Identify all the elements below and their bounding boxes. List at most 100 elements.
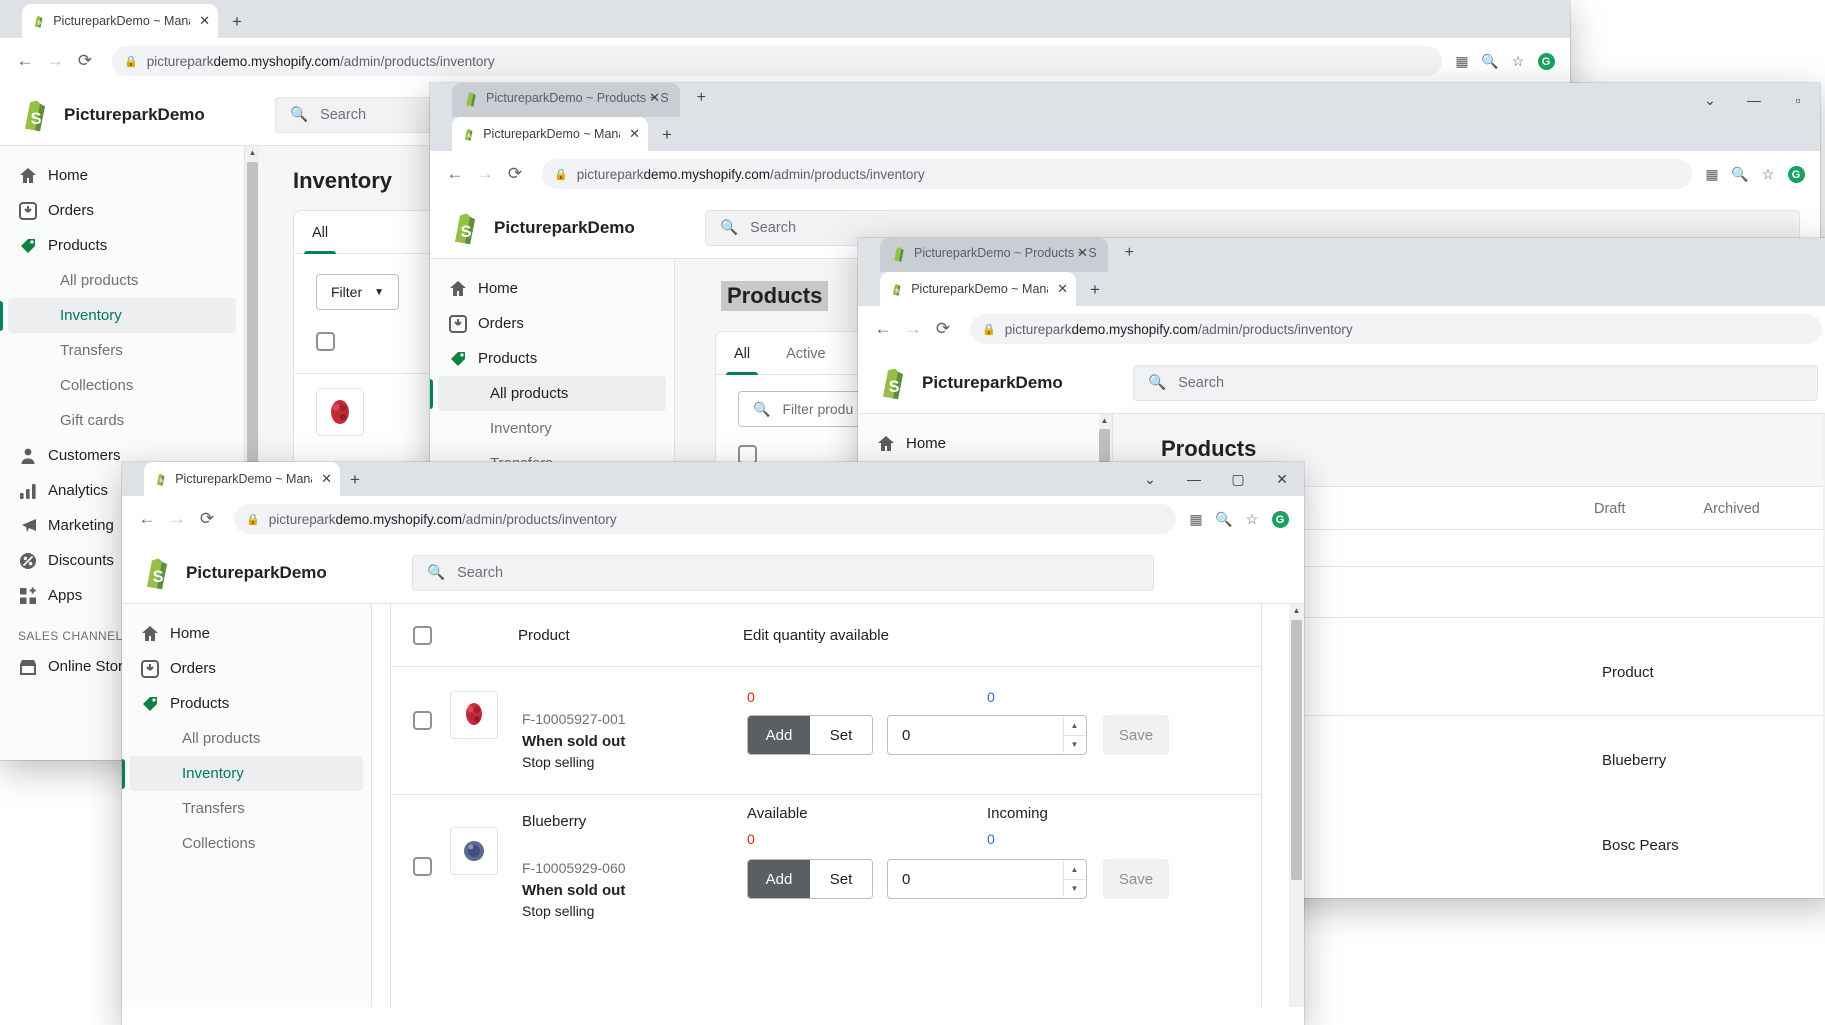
browser-tab-inventory-4[interactable]: S PictureparkDemo ~ Manage Inve ✕ xyxy=(144,462,340,496)
arrow-left-icon[interactable]: ← xyxy=(132,509,162,529)
zoom-icon[interactable]: 🔍 xyxy=(1476,53,1504,70)
select-all-checkbox-4[interactable] xyxy=(413,625,432,645)
qr-code-icon[interactable]: ▦ xyxy=(1448,53,1476,70)
sidebar-item-collections[interactable]: Collections xyxy=(130,826,363,861)
arrow-left-icon[interactable]: ← xyxy=(440,164,470,184)
scrollbar-4[interactable]: ▲ xyxy=(1289,604,1304,1007)
add-set-segmented-control[interactable]: Add Set xyxy=(747,859,873,899)
browser-tab-inventory-3[interactable]: S PictureparkDemo ~ Manage Inve ✕ xyxy=(880,272,1076,306)
search-input-3[interactable]: 🔍 Search xyxy=(1133,364,1818,401)
arrow-right-icon[interactable]: → xyxy=(470,164,500,184)
zoom-icon[interactable]: 🔍 xyxy=(1726,166,1754,183)
sidebar-item-inventory[interactable]: Inventory xyxy=(130,756,363,791)
save-button[interactable]: Save xyxy=(1103,715,1169,755)
sidebar-item-all-products[interactable]: All products xyxy=(438,376,666,411)
sidebar-item-orders[interactable]: Orders xyxy=(0,193,244,228)
tab-all[interactable]: All xyxy=(294,211,346,254)
sidebar-item-products[interactable]: Products xyxy=(0,228,244,263)
minimize-icon[interactable]: — xyxy=(1172,471,1216,487)
maximize-icon[interactable]: ▫ xyxy=(1776,92,1820,108)
tab-archived[interactable]: Archived xyxy=(1685,487,1777,529)
arrow-right-icon[interactable]: → xyxy=(898,319,928,339)
row-checkbox[interactable] xyxy=(413,711,432,730)
arrow-right-icon[interactable]: → xyxy=(40,51,70,71)
sidebar-item-inventory[interactable]: Inventory xyxy=(438,411,666,446)
sidebar-item-transfers[interactable]: Transfers xyxy=(130,791,363,826)
scroll-up-arrow[interactable]: ▲ xyxy=(1292,607,1301,615)
add-button[interactable]: Add xyxy=(748,716,810,754)
address-bar-3[interactable]: 🔒 pictureparkdemo.myshopify.com/admin/pr… xyxy=(970,314,1822,344)
search-input-4[interactable]: 🔍 Search xyxy=(412,554,1154,591)
scroll-up-arrow[interactable]: ▲ xyxy=(248,149,257,157)
sidebar-item-home[interactable]: Home xyxy=(858,426,1112,461)
sidebar-item-gift-cards[interactable]: Gift cards xyxy=(8,403,236,438)
select-all-checkbox-1[interactable] xyxy=(316,332,335,351)
brand-4[interactable]: S PictureparkDemo xyxy=(122,556,412,590)
tab-all[interactable]: All xyxy=(716,332,768,375)
browser-tab-inventory-2[interactable]: S PictureparkDemo ~ Manage Inve ✕ xyxy=(452,117,648,151)
chevron-down-icon[interactable]: ⌄ xyxy=(1688,92,1732,109)
sidebar-item-home[interactable]: Home xyxy=(122,616,371,651)
zoom-icon[interactable]: 🔍 xyxy=(1210,511,1238,528)
address-bar-4[interactable]: 🔒 pictureparkdemo.myshopify.com/admin/pr… xyxy=(234,504,1176,534)
star-icon[interactable]: ☆ xyxy=(1504,53,1532,70)
sidebar-item-collections[interactable]: Collections xyxy=(8,368,236,403)
sidebar-item-products[interactable]: Products xyxy=(430,341,674,376)
chevron-down-icon[interactable]: ⌄ xyxy=(1128,471,1172,488)
quantity-stepper[interactable]: 0 ▲ ▼ xyxy=(887,715,1087,755)
tab-active[interactable]: Active xyxy=(768,332,844,374)
stepper-down-icon[interactable]: ▼ xyxy=(1064,880,1085,898)
qr-code-icon[interactable]: ▦ xyxy=(1182,511,1210,528)
brand-1[interactable]: S PictureparkDemo xyxy=(0,98,275,132)
sidebar-item-home[interactable]: Home xyxy=(430,271,674,306)
new-tab-icon[interactable]: + xyxy=(232,13,242,30)
stepper-up-icon[interactable]: ▲ xyxy=(1064,717,1085,736)
address-bar-1[interactable]: 🔒 pictureparkdemo.myshopify.com/admin/pr… xyxy=(112,46,1442,76)
product-name[interactable]: Blueberry xyxy=(522,813,747,830)
set-button[interactable]: Set xyxy=(810,716,872,754)
row-checkbox[interactable] xyxy=(413,857,432,876)
close-icon[interactable]: ✕ xyxy=(1057,281,1068,297)
set-button[interactable]: Set xyxy=(810,860,872,898)
browser-tab-products-2[interactable]: PictureparkDemo ~ Products ~ S ✕ + xyxy=(452,83,706,117)
sidebar-item-transfers[interactable]: Transfers xyxy=(8,333,236,368)
reload-icon[interactable]: ⟳ xyxy=(70,51,100,71)
browser-tab-products-3[interactable]: PictureparkDemo ~ Products ~ S ✕ + xyxy=(880,238,1134,272)
sidebar-item-orders[interactable]: Orders xyxy=(430,306,674,341)
new-tab-icon[interactable]: + xyxy=(1125,244,1134,262)
reload-icon[interactable]: ⟳ xyxy=(192,509,222,529)
qr-code-icon[interactable]: ▦ xyxy=(1698,166,1726,183)
new-tab-icon[interactable]: + xyxy=(350,471,360,488)
star-icon[interactable]: ☆ xyxy=(1754,166,1782,183)
close-icon[interactable]: ✕ xyxy=(1260,471,1304,488)
browser-tab-inventory-1[interactable]: S PictureparkDemo ~ Manage Inve ✕ xyxy=(22,4,218,38)
browser-window-4[interactable]: S PictureparkDemo ~ Manage Inve ✕ + ⌄ — … xyxy=(122,462,1304,1025)
grammarly-icon[interactable]: G xyxy=(1782,165,1810,184)
sidebar-item-products[interactable]: Products xyxy=(122,686,371,721)
sidebar-item-all-products[interactable]: All products xyxy=(8,263,236,298)
stepper-arrows[interactable]: ▲ ▼ xyxy=(1063,861,1085,897)
sidebar-item-orders[interactable]: Orders xyxy=(122,651,371,686)
sidebar-item-home[interactable]: Home xyxy=(0,158,244,193)
table-row[interactable]: F-10005927-001 When sold out Stop sellin… xyxy=(391,666,1261,794)
quantity-stepper[interactable]: 0 ▲ ▼ xyxy=(887,859,1087,899)
minimize-icon[interactable]: — xyxy=(1732,92,1776,108)
table-row[interactable]: Blueberry F-10005929-060 When sold out S… xyxy=(391,794,1261,929)
address-bar-2[interactable]: 🔒 pictureparkdemo.myshopify.com/admin/pr… xyxy=(542,159,1692,189)
grammarly-icon[interactable]: G xyxy=(1532,52,1560,71)
arrow-left-icon[interactable]: ← xyxy=(10,51,40,71)
close-icon[interactable]: ✕ xyxy=(199,13,210,29)
add-button[interactable]: Add xyxy=(748,860,810,898)
close-icon[interactable]: ✕ xyxy=(321,471,332,487)
reload-icon[interactable]: ⟳ xyxy=(500,164,530,184)
new-tab-icon[interactable]: + xyxy=(662,126,672,143)
new-tab-icon[interactable]: + xyxy=(697,89,706,107)
brand-2[interactable]: S PictureparkDemo xyxy=(430,211,705,245)
scrollbar-thumb[interactable] xyxy=(1291,620,1302,880)
maximize-icon[interactable]: ▢ xyxy=(1216,471,1260,488)
stepper-down-icon[interactable]: ▼ xyxy=(1064,736,1085,754)
arrow-right-icon[interactable]: → xyxy=(162,509,192,529)
star-icon[interactable]: ☆ xyxy=(1238,511,1266,528)
sidebar-item-inventory[interactable]: Inventory xyxy=(8,298,236,333)
add-set-segmented-control[interactable]: Add Set xyxy=(747,715,873,755)
